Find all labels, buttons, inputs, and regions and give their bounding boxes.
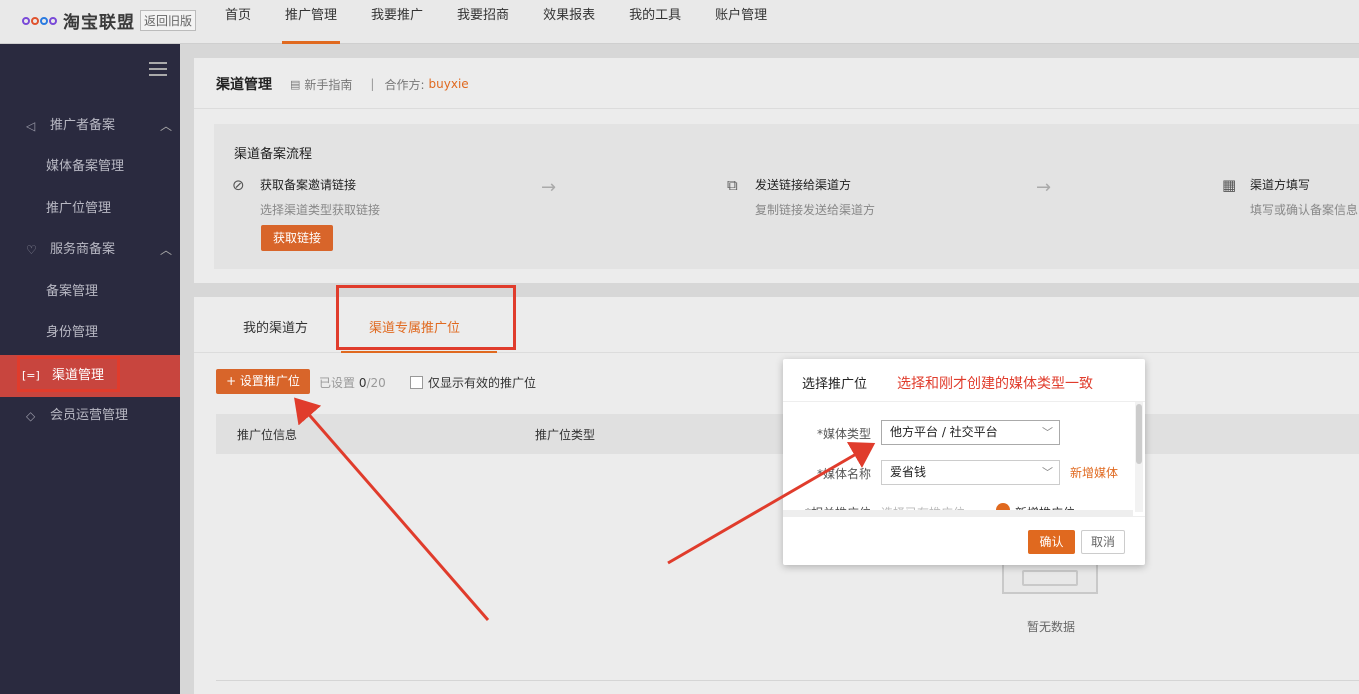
logo[interactable]: 淘宝联盟 返回旧版 (22, 8, 197, 33)
flow-step-2: ⧉ 发送链接给渠道方 复制链接发送给渠道方 (727, 176, 875, 218)
select-placement-dialog: 选择推广位 选择和刚才创建的媒体类型一致 *媒体类型 他方平台 / 社交平台 ﹀… (783, 359, 1145, 565)
flow-step-1: ⊘ 获取备案邀请链接 选择渠道类型获取链接 (232, 176, 380, 218)
media-type-value: 他方平台 / 社交平台 (890, 425, 998, 439)
sidebar-item-placement[interactable]: 推广位管理 (0, 191, 180, 227)
step-title: 获取备案邀请链接 (260, 178, 357, 192)
media-name-label: *媒体名称 (816, 467, 871, 481)
sidebar-group-service[interactable]: ♡ 服务商备案 ︿ (0, 232, 180, 268)
menu-toggle-icon[interactable] (149, 62, 167, 76)
heart-hand-icon: ♡ (26, 243, 37, 257)
divider: | (370, 77, 375, 91)
guide-link[interactable]: 新手指南 (304, 76, 352, 93)
step-desc: 复制链接发送给渠道方 (755, 203, 876, 217)
checkbox-label: 仅显示有效的推广位 (428, 376, 537, 390)
old-version-button[interactable]: 返回旧版 (140, 10, 197, 31)
partner-label: 合作方: (384, 77, 425, 92)
page-title: 渠道管理 (216, 77, 272, 93)
logo-text: 淘宝联盟 (63, 13, 135, 33)
megaphone-icon: ◁ (26, 119, 36, 133)
share-icon: ⧉ (727, 176, 738, 194)
add-media-link[interactable]: 新增媒体 (1070, 464, 1118, 481)
get-link-button[interactable]: 获取链接 (261, 225, 333, 251)
media-name-value: 爱省钱 (890, 465, 927, 479)
annotation-note: 选择和刚才创建的媒体类型一致 (897, 376, 1093, 392)
form-icon: ▦ (1222, 176, 1237, 194)
main-nav: 首页 推广管理 我要推广 我要招商 效果报表 我的工具 账户管理 (210, 0, 786, 44)
confirm-button[interactable]: 确认 (1028, 530, 1075, 554)
empty-state-text: 暂无数据 (1027, 620, 1076, 634)
record-flow-panel: 渠道备案流程 ⊘ 获取备案邀请链接 选择渠道类型获取链接 → ⧉ 发送链接给渠道… (214, 124, 1359, 269)
partner-name[interactable]: buyxie (429, 77, 469, 91)
breadcrumb: 渠道管理 ▤ 新手指南 | 合作方: buyxie (216, 74, 469, 94)
sidebar-group-label: 会员运营管理 (50, 408, 129, 423)
set-label: 已设置 (319, 376, 356, 390)
nav-account[interactable]: 账户管理 (700, 0, 782, 44)
step-desc: 填写或确认备案信息 (1250, 203, 1359, 217)
dialog-title: 选择推广位 (802, 377, 868, 392)
nav-tools[interactable]: 我的工具 (614, 0, 696, 44)
chevron-down-icon: ﹀ (1042, 426, 1053, 439)
sidebar-group-label: 服务商备案 (50, 242, 116, 257)
sidebar-item-media-record[interactable]: 媒体备案管理 (0, 149, 180, 185)
diamond-icon: ◇ (26, 409, 36, 423)
nav-home[interactable]: 首页 (210, 0, 266, 44)
dialog-footer: 确认 取消 (783, 516, 1145, 565)
sidebar-item-identity[interactable]: 身份管理 (0, 315, 180, 351)
valid-only-checkbox[interactable]: 仅显示有效的推广位 (410, 374, 536, 391)
media-name-select[interactable]: 爱省钱 ﹀ (881, 460, 1060, 485)
tab-bar: 我的渠道方 渠道专属推广位 (194, 285, 1359, 353)
channel-card: 渠道管理 ▤ 新手指南 | 合作方: buyxie 渠道备案流程 ⊘ 获取备案邀… (194, 58, 1359, 283)
flow-title: 渠道备案流程 (234, 147, 313, 162)
nav-reports[interactable]: 效果报表 (528, 0, 610, 44)
set-count: 已设置 0/20 (319, 374, 386, 391)
annotation-highlight-box (336, 285, 516, 350)
arrow-right-icon: → (1036, 177, 1052, 198)
vertical-scrollbar[interactable] (1135, 402, 1143, 512)
active-tab-indicator (341, 351, 497, 353)
book-icon: ▤ (290, 77, 301, 91)
logo-mark-icon (22, 16, 57, 25)
sidebar-group-promoter[interactable]: ◁ 推广者备案 ︿ (0, 108, 180, 144)
step-title: 渠道方填写 (1250, 178, 1311, 192)
step-title: 发送链接给渠道方 (755, 178, 852, 192)
nav-promotion-management[interactable]: 推广管理 (270, 0, 352, 44)
chevron-down-icon: ﹀ (1042, 466, 1053, 479)
sidebar-group-member[interactable]: ◇ 会员运营管理 (0, 398, 180, 434)
annotation-highlight-box (17, 356, 120, 392)
column-header: 推广位类型 (535, 428, 596, 442)
nav-recruit[interactable]: 我要招商 (442, 0, 524, 44)
arrow-right-icon: → (541, 177, 557, 198)
cancel-button[interactable]: 取消 (1081, 530, 1125, 554)
chevron-up-icon: ︿ (159, 243, 172, 257)
column-header: 推广位信息 (237, 428, 298, 442)
media-type-select[interactable]: 他方平台 / 社交平台 ﹀ (881, 420, 1060, 445)
step-desc: 选择渠道类型获取链接 (260, 203, 381, 217)
chevron-up-icon: ︿ (159, 119, 172, 133)
dialog-header: 选择推广位 选择和刚才创建的媒体类型一致 (783, 359, 1145, 402)
sidebar-group-label: 推广者备案 (50, 118, 116, 133)
flow-step-3: ▦ 渠道方填写 填写或确认备案信息 (1222, 176, 1358, 218)
divider (216, 680, 1359, 681)
add-placement-button[interactable]: + 设置推广位 (216, 369, 310, 394)
top-bar: 淘宝联盟 返回旧版 首页 推广管理 我要推广 我要招商 效果报表 我的工具 账户… (0, 0, 1359, 44)
media-type-label: *媒体类型 (816, 427, 871, 441)
tab-my-channels[interactable]: 我的渠道方 (243, 317, 308, 336)
placement-card: 我的渠道方 渠道专属推广位 + 设置推广位 已设置 0/20 仅显示有效的推广位… (194, 285, 1359, 694)
checkbox-icon[interactable] (410, 376, 423, 389)
link-icon: ⊘ (232, 176, 245, 194)
set-count-total: /20 (366, 376, 386, 390)
sidebar-item-record-management[interactable]: 备案管理 (0, 274, 180, 310)
divider (194, 108, 1359, 109)
nav-promote[interactable]: 我要推广 (356, 0, 438, 44)
